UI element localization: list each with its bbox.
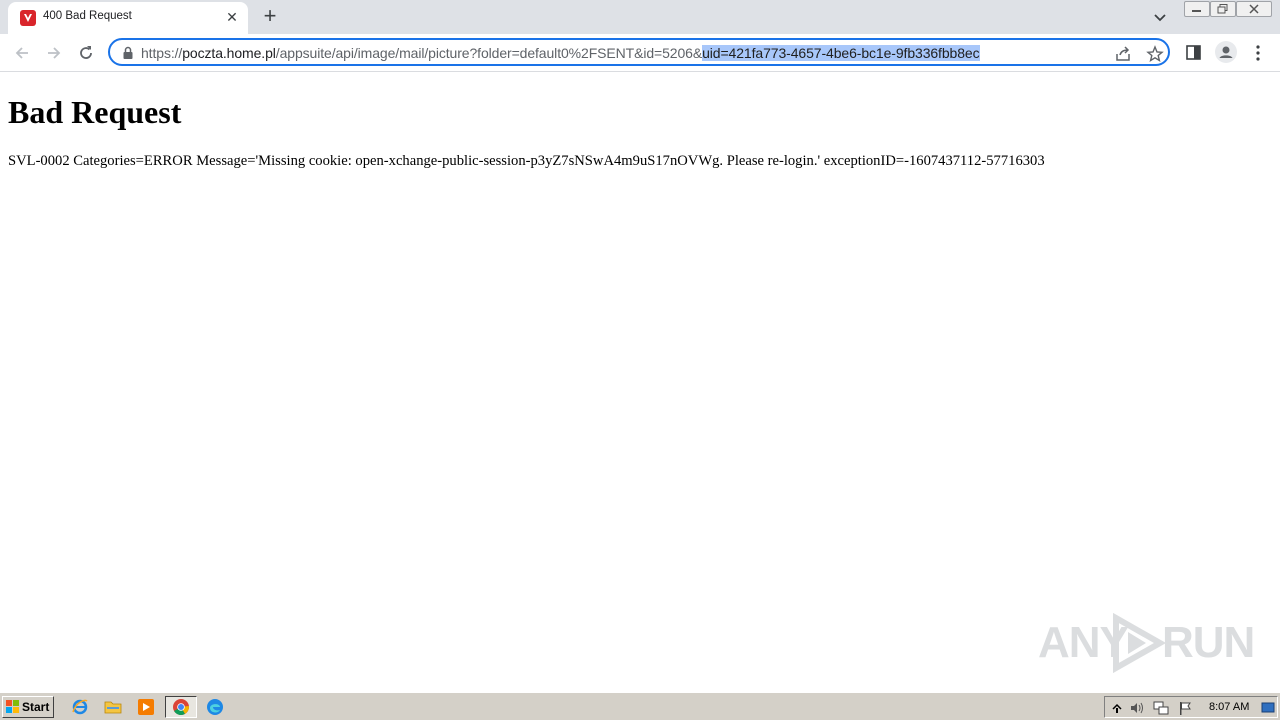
url-scheme: https:// xyxy=(141,45,183,61)
restore-button[interactable] xyxy=(1210,1,1236,17)
internet-explorer-icon[interactable] xyxy=(71,698,89,716)
profile-avatar-icon[interactable] xyxy=(1215,41,1237,63)
url-path: /appsuite/api/image/mail/picture?folder=… xyxy=(275,45,703,61)
chrome-icon xyxy=(173,699,189,715)
page-content: Bad Request SVL-0002 Categories=ERROR Me… xyxy=(0,72,1280,692)
back-button[interactable] xyxy=(10,41,34,65)
side-panel-icon[interactable] xyxy=(1184,43,1204,63)
bookmark-star-icon[interactable] xyxy=(1146,45,1164,63)
error-message: SVL-0002 Categories=ERROR Message='Missi… xyxy=(8,153,1045,169)
menu-kebab-icon[interactable] xyxy=(1250,43,1270,63)
volume-icon[interactable] xyxy=(1129,700,1145,716)
windows-flag-icon xyxy=(6,700,19,713)
clock: 8:07 AM xyxy=(1209,701,1250,713)
reload-icon xyxy=(80,46,92,59)
forward-button[interactable] xyxy=(42,41,66,65)
new-tab-button[interactable]: + xyxy=(258,5,282,29)
page-title: Bad Request xyxy=(8,94,182,130)
start-label: Start xyxy=(22,700,50,714)
address-bar[interactable]: https://poczta.home.pl/appsuite/api/imag… xyxy=(108,38,1170,66)
url-selected-text: uid=421fa773-4657-4be6-bc1e-9fb336fbb8ec xyxy=(702,45,980,61)
url-text[interactable]: https://poczta.home.pl/appsuite/api/imag… xyxy=(141,45,980,61)
edge-icon[interactable] xyxy=(206,698,224,716)
media-player-icon[interactable] xyxy=(137,698,155,716)
lock-icon[interactable] xyxy=(122,46,134,60)
action-center-flag-icon[interactable] xyxy=(1177,700,1193,716)
share-icon[interactable] xyxy=(1114,45,1132,63)
start-button[interactable]: Start xyxy=(2,696,54,718)
back-arrow-icon xyxy=(15,47,28,59)
minimize-button[interactable] xyxy=(1184,1,1210,17)
taskbar: Start 8:07 AM xyxy=(0,692,1280,720)
tab-close-icon[interactable]: ✕ xyxy=(223,8,241,26)
browser-toolbar: https://poczta.home.pl/appsuite/api/imag… xyxy=(0,34,1280,72)
browser-tab[interactable]: 400 Bad Request ✕ xyxy=(8,2,248,34)
forward-arrow-icon xyxy=(48,47,61,59)
chrome-taskbar-button[interactable] xyxy=(165,696,197,718)
tab-title: 400 Bad Request xyxy=(43,10,132,22)
anyrun-favicon-icon xyxy=(20,10,36,26)
tab-search-chevron-icon[interactable] xyxy=(1150,7,1170,27)
anyrun-watermark: ANY RUN xyxy=(1038,610,1255,674)
file-explorer-icon[interactable] xyxy=(104,698,122,716)
reload-button[interactable] xyxy=(74,41,98,65)
network-icon[interactable] xyxy=(1153,700,1169,716)
show-desktop-icon[interactable] xyxy=(1261,700,1275,716)
watermark-right-text: RUN xyxy=(1162,618,1255,667)
play-logo-icon xyxy=(1113,612,1167,674)
system-tray: 8:07 AM xyxy=(1104,696,1278,718)
close-window-button[interactable] xyxy=(1236,1,1272,17)
tab-strip: 400 Bad Request ✕ + xyxy=(0,0,1280,34)
url-host: poczta.home.pl xyxy=(182,45,276,61)
show-hidden-icons-icon[interactable] xyxy=(1109,700,1125,716)
